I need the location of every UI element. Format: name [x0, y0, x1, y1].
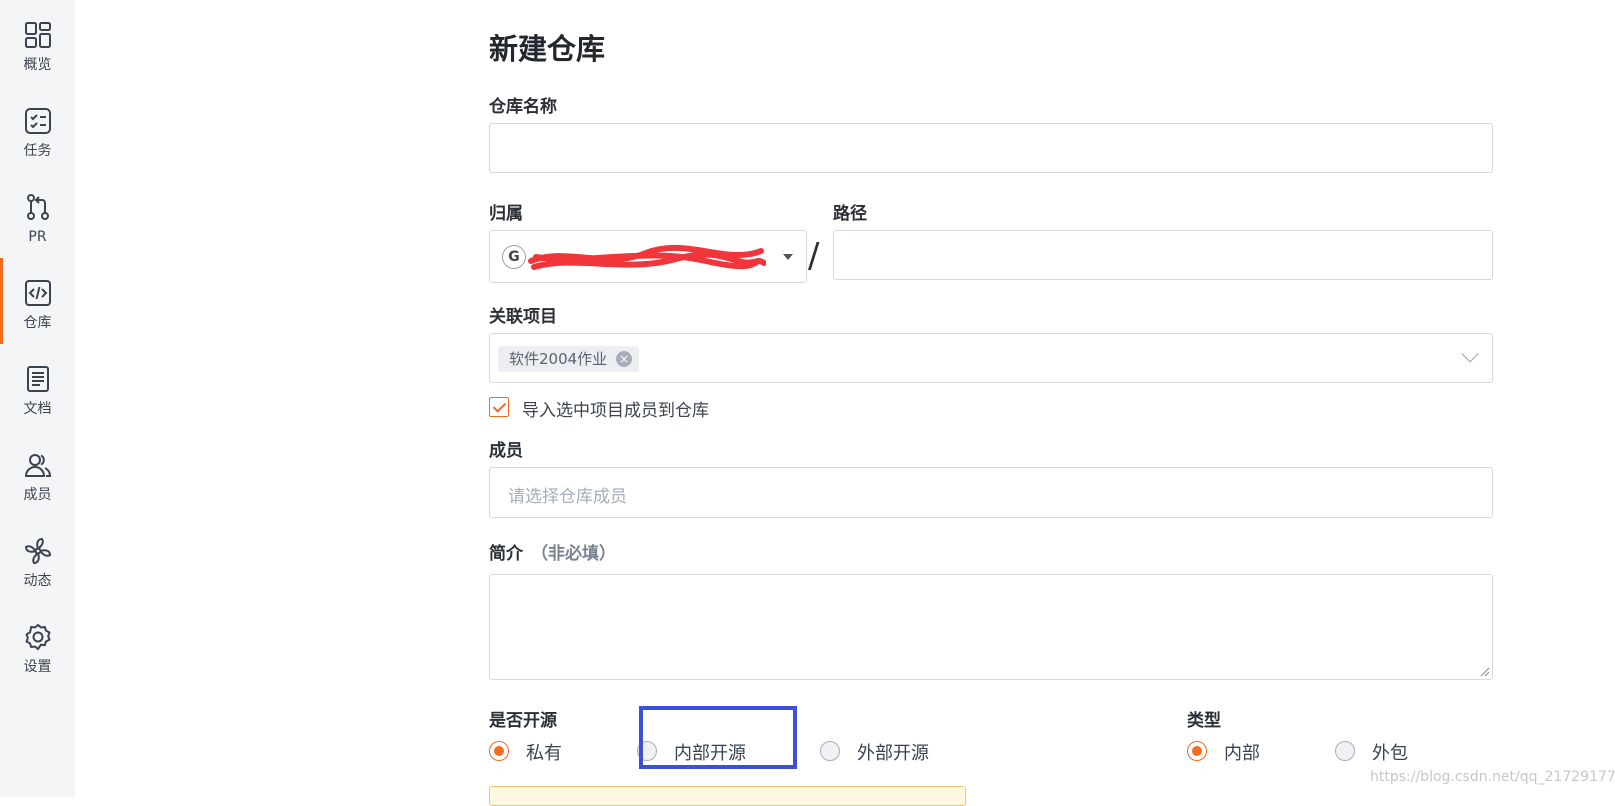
sidebar: 概览 任务 PR 仓库 文档 成员 动态 设置	[0, 0, 75, 797]
sidebar-item-label: 任务	[23, 143, 52, 159]
members-placeholder: 请选择仓库成员	[508, 487, 627, 507]
sidebar-item-label: 概览	[23, 57, 52, 73]
type-label: 类型	[1187, 711, 1221, 731]
import-members-checkbox[interactable]	[489, 397, 509, 417]
path-label: 路径	[833, 204, 867, 224]
radio-private[interactable]	[489, 741, 509, 761]
repo-name-input[interactable]	[489, 123, 1493, 173]
tag-remove-icon[interactable]: ×	[616, 351, 633, 367]
sidebar-item-label: 文档	[23, 401, 52, 417]
members-label: 成员	[489, 441, 523, 461]
open-source-label: 是否开源	[489, 711, 557, 731]
pull-request-icon	[26, 194, 49, 220]
resize-handle-icon[interactable]	[1480, 667, 1490, 677]
owner-avatar: G	[502, 245, 526, 269]
page-title: 新建仓库	[489, 32, 606, 66]
description-textarea[interactable]	[489, 574, 1493, 680]
radio-external-open-label: 外部开源	[857, 743, 929, 764]
sidebar-item-overview[interactable]: 概览	[0, 0, 75, 86]
sidebar-item-pr[interactable]: PR	[0, 172, 75, 258]
sidebar-item-label: 仓库	[23, 315, 52, 331]
project-select[interactable]: 软件2004作业 ×	[489, 333, 1493, 383]
sidebar-item-members[interactable]: 成员	[0, 430, 75, 516]
dropdown-caret-icon	[783, 254, 793, 260]
description-label: 简介 （非必填）	[489, 544, 616, 564]
project-tag: 软件2004作业 ×	[498, 346, 640, 372]
members-icon	[24, 454, 51, 477]
notice-box	[489, 786, 966, 806]
owner-select[interactable]: G	[489, 230, 807, 283]
sidebar-item-settings[interactable]: 设置	[0, 602, 75, 688]
annotation-highlight-box	[639, 706, 797, 769]
sidebar-item-label: 动态	[23, 573, 52, 589]
repo-name-label: 仓库名称	[489, 97, 557, 117]
sidebar-item-activity[interactable]: 动态	[0, 516, 75, 602]
activity-icon	[24, 537, 51, 565]
sidebar-item-label: 成员	[23, 487, 52, 503]
watermark: https://blog.csdn.net/qq_21729177	[1370, 769, 1615, 785]
owner-label: 归属	[489, 204, 523, 224]
radio-type-outsource[interactable]	[1335, 741, 1355, 761]
project-tag-label: 软件2004作业	[509, 350, 608, 368]
redaction-scribble	[528, 244, 766, 270]
radio-type-outsource-label: 外包	[1372, 743, 1408, 764]
description-label-text: 简介	[489, 544, 523, 564]
radio-type-internal-label: 内部	[1224, 743, 1260, 764]
radio-type-internal[interactable]	[1187, 741, 1207, 761]
path-separator: /	[808, 236, 820, 276]
document-icon	[26, 366, 49, 392]
radio-external-open[interactable]	[820, 741, 840, 761]
sidebar-item-label: 设置	[23, 659, 52, 675]
overview-icon	[24, 22, 51, 48]
radio-private-label: 私有	[526, 743, 562, 764]
members-select[interactable]: 请选择仓库成员	[489, 467, 1493, 518]
gear-icon	[24, 623, 51, 651]
sidebar-item-tasks[interactable]: 任务	[0, 86, 75, 172]
chevron-down-icon	[1461, 345, 1479, 363]
project-label: 关联项目	[489, 307, 557, 327]
path-input[interactable]	[833, 230, 1493, 280]
code-icon	[24, 280, 51, 306]
optional-hint: （非必填）	[531, 544, 616, 564]
tasks-icon	[24, 108, 51, 134]
sidebar-item-repository[interactable]: 仓库	[0, 258, 75, 344]
import-members-label: 导入选中项目成员到仓库	[522, 401, 709, 421]
sidebar-item-docs[interactable]: 文档	[0, 344, 75, 430]
sidebar-item-label: PR	[28, 229, 47, 245]
